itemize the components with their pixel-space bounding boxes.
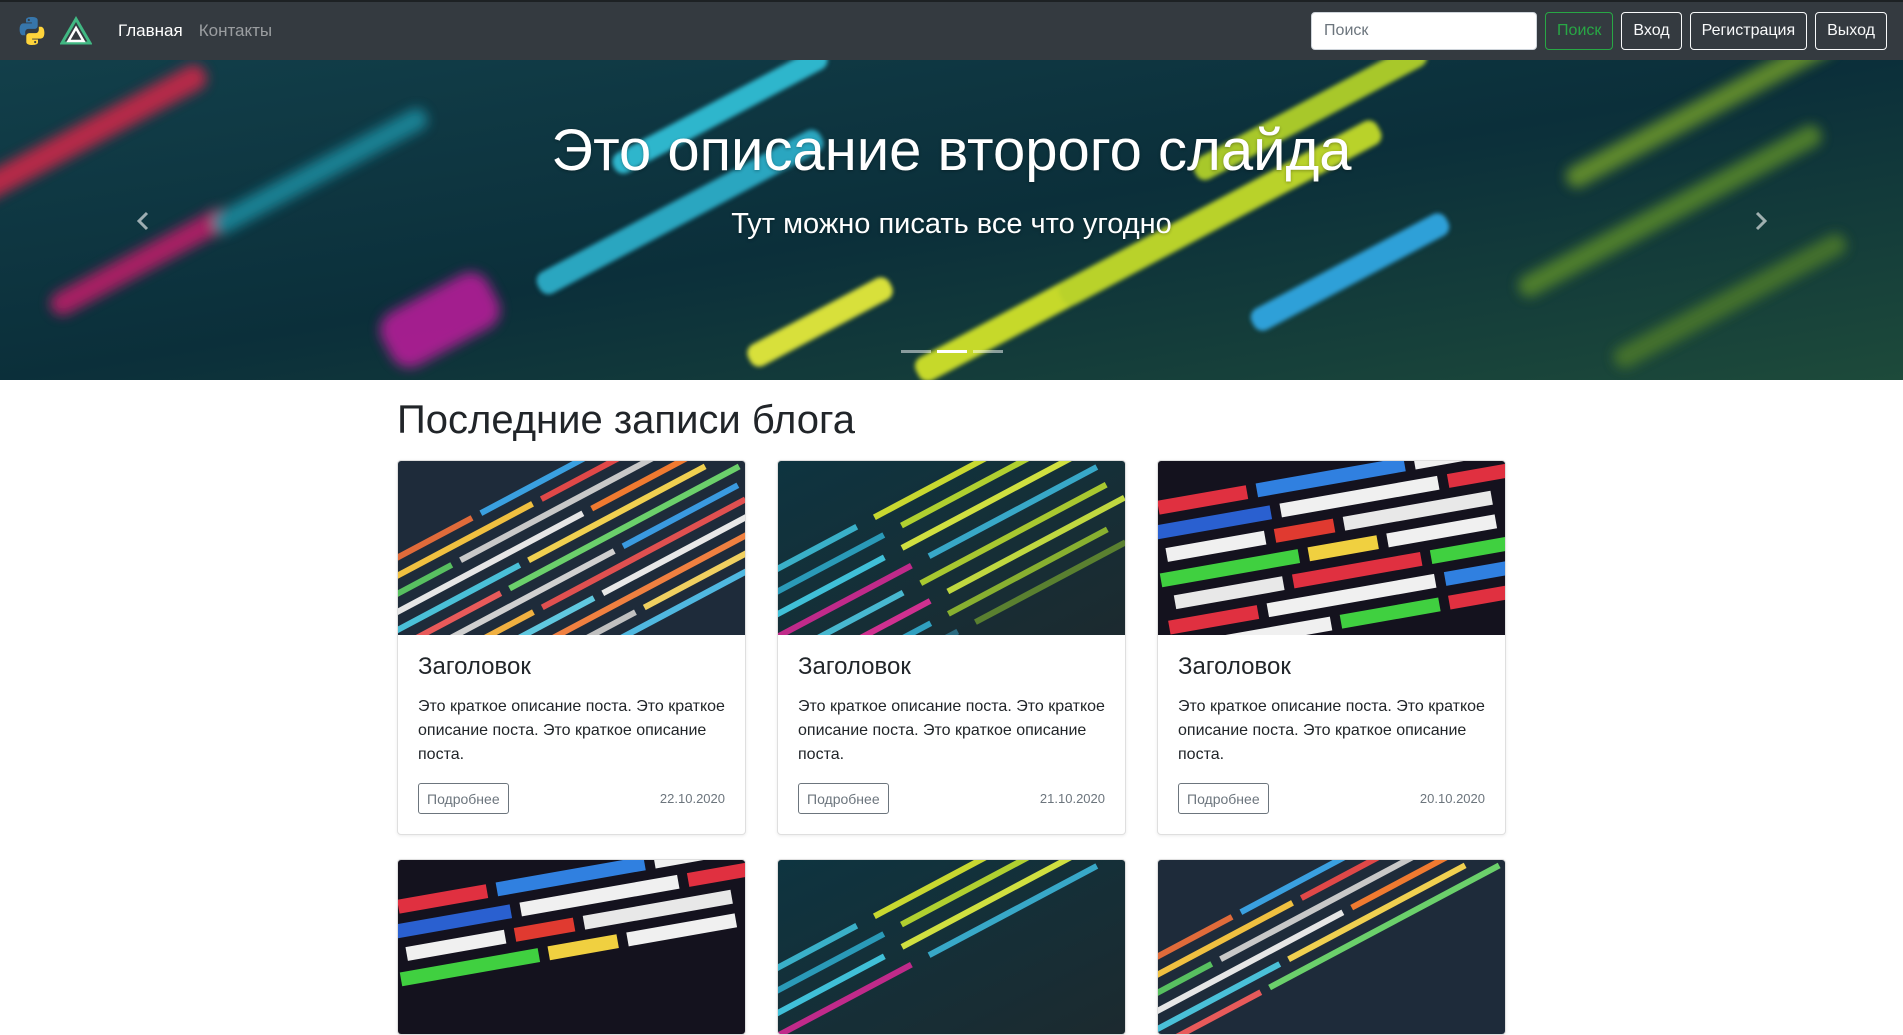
post-card: Заголовок Это краткое описание поста. Эт… — [1157, 460, 1506, 835]
post-image[interactable] — [398, 860, 746, 1034]
post-image[interactable] — [778, 860, 1126, 1034]
carousel-prev-button[interactable] — [128, 206, 158, 236]
post-image[interactable] — [778, 461, 1126, 635]
post-date: 21.10.2020 — [1039, 791, 1105, 806]
carousel-indicator-3[interactable] — [972, 350, 1003, 353]
post-body: Заголовок Это краткое описание поста. Эт… — [1158, 635, 1505, 834]
brand — [16, 15, 92, 47]
post-card — [397, 859, 746, 1035]
chevron-right-icon — [1755, 211, 1768, 231]
post-title: Заголовок — [418, 653, 531, 680]
post-card: Заголовок Это краткое описание поста. Эт… — [777, 460, 1126, 835]
carousel-title: Это описание второго слайда — [551, 118, 1352, 183]
register-button[interactable]: Регистрация — [1689, 12, 1808, 50]
search-button[interactable]: Поиск — [1545, 12, 1614, 50]
post-footer: Подробнее 21.10.2020 — [798, 783, 1105, 814]
post-excerpt: Это краткое описание поста. Это краткое … — [798, 698, 1105, 763]
post-card — [777, 859, 1126, 1035]
post-card: Заголовок Это краткое описание поста. Эт… — [397, 460, 746, 835]
chevron-left-icon — [136, 211, 149, 231]
blog-heading: Последние записи блога — [397, 398, 855, 442]
carousel-indicators — [0, 350, 1903, 353]
logout-button[interactable]: Выход — [1815, 12, 1887, 50]
read-more-button[interactable]: Подробнее — [1178, 783, 1269, 814]
nav-link-contacts[interactable]: Контакты — [199, 21, 272, 41]
nav-links: Главная Контакты — [118, 21, 272, 41]
post-excerpt: Это краткое описание поста. Это краткое … — [1178, 698, 1485, 763]
post-card — [1157, 859, 1506, 1035]
read-more-button[interactable]: Подробнее — [418, 783, 509, 814]
carousel-indicator-1[interactable] — [900, 350, 931, 353]
carousel-caption: Это описание второго слайда Тут можно пи… — [0, 122, 1903, 241]
post-footer: Подробнее 22.10.2020 — [418, 783, 725, 814]
post-title: Заголовок — [1178, 653, 1291, 680]
hero-carousel: Это описание второго слайда Тут можно пи… — [0, 60, 1903, 380]
post-image[interactable] — [398, 461, 746, 635]
navbar: Главная Контакты Поиск Вход Регистрация … — [0, 0, 1903, 60]
search-input[interactable] — [1311, 12, 1538, 50]
post-excerpt: Это краткое описание поста. Это краткое … — [418, 698, 725, 763]
post-date: 22.10.2020 — [659, 791, 725, 806]
python-logo-icon[interactable] — [16, 15, 48, 47]
post-date: 20.10.2020 — [1419, 791, 1485, 806]
nav-link-home[interactable]: Главная — [118, 21, 183, 41]
login-button[interactable]: Вход — [1621, 12, 1682, 50]
carousel-subtitle: Тут можно писать все что угодно — [731, 208, 1172, 240]
carousel-next-button[interactable] — [1746, 206, 1776, 236]
post-body: Заголовок Это краткое описание поста. Эт… — [778, 635, 1125, 834]
post-body: Заголовок Это краткое описание поста. Эт… — [398, 635, 745, 834]
post-footer: Подробнее 20.10.2020 — [1178, 783, 1485, 814]
vue-logo-icon[interactable] — [60, 15, 92, 47]
post-image[interactable] — [1158, 461, 1506, 635]
nav-actions: Поиск Вход Регистрация Выход — [1311, 12, 1887, 50]
read-more-button[interactable]: Подробнее — [798, 783, 889, 814]
carousel-indicator-2[interactable] — [936, 350, 967, 353]
post-title: Заголовок — [798, 653, 911, 680]
post-image[interactable] — [1158, 860, 1506, 1034]
